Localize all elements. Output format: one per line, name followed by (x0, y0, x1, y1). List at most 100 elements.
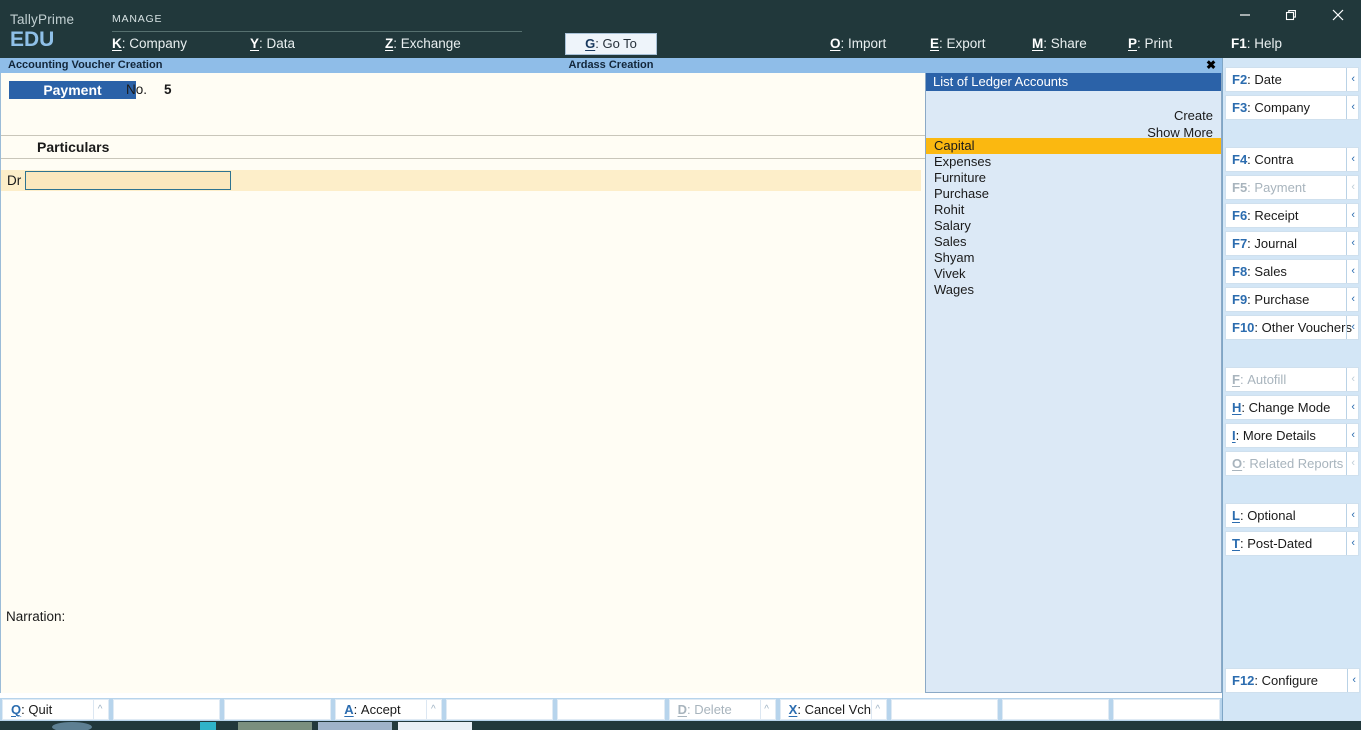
os-taskbar (0, 721, 1361, 730)
caret-up-icon: ^ (870, 700, 884, 719)
delete-key: D (677, 702, 687, 717)
bottom-button-empty-5 (890, 699, 998, 720)
sidebar-item-purchase[interactable]: F9: Purchase ‹ (1225, 287, 1359, 312)
menu-item-print[interactable]: P: Print (1128, 36, 1172, 51)
delete-button[interactable]: D: Delete ^ (668, 699, 776, 720)
menu-item-data[interactable]: Y: Data (250, 36, 295, 51)
delete-label: Delete (694, 702, 732, 717)
sidebar-label-change-mode: Change Mode (1248, 400, 1331, 415)
menu-label-print: Print (1144, 36, 1173, 51)
sidebar-item-payment[interactable]: F5: Payment ‹ (1225, 175, 1359, 200)
sidebar-label-sales: Sales (1254, 264, 1287, 279)
menu-label-data: Data (266, 36, 296, 51)
list-item[interactable]: Expenses (926, 154, 1221, 170)
sidebar-item-company[interactable]: F3: Company ‹ (1225, 95, 1359, 120)
sidebar-item-optional[interactable]: L: Optional ‹ (1225, 503, 1359, 528)
bottom-button-empty-6 (1001, 699, 1109, 720)
sidebar-key-change-mode: H (1232, 400, 1242, 415)
menu-item-export[interactable]: E: Export (930, 36, 986, 51)
sidebar-item-date[interactable]: F2: Date ‹ (1225, 67, 1359, 92)
bottom-button-empty-3 (446, 699, 554, 720)
cancel-vch-button[interactable]: X: Cancel Vch ^ (779, 699, 887, 720)
company-name-title: Ardass Creation (568, 59, 654, 71)
sidebar-item-receipt[interactable]: F6: Receipt ‹ (1225, 203, 1359, 228)
menu-item-company[interactable]: K: Company (112, 36, 187, 51)
sidebar-item-other-vouchers[interactable]: F10: Other Vouchers ‹ (1225, 315, 1359, 340)
menu-item-share[interactable]: M: Share (1032, 36, 1087, 51)
sidebar-label-related-reports: Related Reports (1249, 456, 1344, 471)
menu-item-import[interactable]: O: Import (830, 36, 886, 51)
sidebar-label-payment: Payment (1254, 180, 1306, 195)
sidebar-item-autofill[interactable]: F: Autofill ‹ (1225, 367, 1359, 392)
quit-button[interactable]: Q: Quit ^ (2, 699, 110, 720)
top-menu-bar: TallyPrime EDU MANAGE K: Company Y: Data… (0, 0, 1361, 58)
accept-button[interactable]: A: Accept ^ (335, 699, 443, 720)
menu-label-export: Export (946, 36, 986, 51)
sidebar-item-journal[interactable]: F7: Journal ‹ (1225, 231, 1359, 256)
sidebar-item-more-details[interactable]: I: More Details ‹ (1225, 423, 1359, 448)
chevron-left-icon: ‹ (1346, 452, 1355, 475)
ledger-action-create[interactable]: Create (1147, 107, 1213, 124)
sidebar-item-sales[interactable]: F8: Sales ‹ (1225, 259, 1359, 284)
sidebar-label-autofill: Autofill (1247, 372, 1287, 387)
menu-label-exchange: Exchange (400, 36, 461, 51)
list-item[interactable]: Capital (926, 138, 1221, 154)
sidebar-key-contra: F4 (1232, 152, 1248, 167)
minimize-icon[interactable] (1222, 0, 1268, 30)
menu-item-help[interactable]: F1: Help (1231, 36, 1282, 51)
restore-icon[interactable] (1268, 0, 1314, 30)
voucher-number-label: No. (126, 82, 148, 97)
chevron-left-icon: ‹ (1346, 532, 1355, 555)
sidebar-key-receipt: F6 (1232, 208, 1248, 223)
bottom-button-empty-4 (557, 699, 665, 720)
menu-key-print: P (1128, 36, 1138, 51)
chevron-left-icon: ‹ (1346, 260, 1355, 283)
start-orb-icon[interactable] (52, 722, 92, 730)
bottom-button-empty-1 (113, 699, 221, 720)
sidebar-item-post-dated[interactable]: T: Post-Dated ‹ (1225, 531, 1359, 556)
app-logo: TallyPrime EDU (10, 12, 106, 51)
sidebar-item-configure[interactable]: F12: Configure ‹ (1225, 668, 1360, 693)
go-to-label: Go To (602, 36, 637, 51)
bottom-button-empty-7 (1112, 699, 1221, 720)
voucher-type-badge[interactable]: Payment (9, 81, 136, 99)
sidebar-key-date: F2 (1232, 72, 1248, 87)
close-icon[interactable] (1315, 0, 1361, 30)
sidebar-key-purchase: F9 (1232, 292, 1248, 307)
list-item[interactable]: Shyam (926, 250, 1221, 266)
sidebar-label-receipt: Receipt (1254, 208, 1299, 223)
chevron-left-icon: ‹ (1346, 176, 1355, 199)
ledger-panel-title: List of Ledger Accounts (926, 73, 1221, 91)
menu-label-company: Company (129, 36, 188, 51)
list-item[interactable]: Wages (926, 282, 1221, 298)
sidebar-label-configure: Configure (1261, 673, 1319, 688)
list-item[interactable]: Salary (926, 218, 1221, 234)
menu-key-company: K (112, 36, 122, 51)
list-item[interactable]: Purchase (926, 186, 1221, 202)
ledger-name-input[interactable] (25, 171, 231, 190)
menu-key-import: O (830, 36, 841, 51)
chevron-left-icon: ‹ (1346, 424, 1355, 447)
menu-item-exchange[interactable]: Z: Exchange (385, 36, 461, 51)
voucher-number-value[interactable]: 5 (164, 81, 172, 99)
go-to-button[interactable]: G: Go To (565, 33, 657, 55)
chevron-left-icon: ‹ (1346, 68, 1355, 91)
chevron-left-icon: ‹ (1347, 669, 1356, 692)
taskbar-app-0[interactable] (200, 722, 216, 730)
list-item[interactable]: Furniture (926, 170, 1221, 186)
taskbar-app-2[interactable] (318, 722, 392, 730)
list-item[interactable]: Rohit (926, 202, 1221, 218)
taskbar-app-1[interactable] (238, 722, 312, 730)
sidebar-item-change-mode[interactable]: H: Change Mode ‹ (1225, 395, 1359, 420)
sidebar-key-journal: F7 (1232, 236, 1248, 251)
sidebar-item-related-reports[interactable]: O: Related Reports ‹ (1225, 451, 1359, 476)
list-item[interactable]: Vivek (926, 266, 1221, 282)
close-screen-icon[interactable]: ✖ (1206, 58, 1216, 73)
caret-up-icon: ^ (759, 700, 773, 719)
list-item[interactable]: Sales (926, 234, 1221, 250)
caret-up-icon: ^ (93, 700, 106, 719)
taskbar-app-3[interactable] (398, 722, 472, 730)
sidebar-item-contra[interactable]: F4: Contra ‹ (1225, 147, 1359, 172)
